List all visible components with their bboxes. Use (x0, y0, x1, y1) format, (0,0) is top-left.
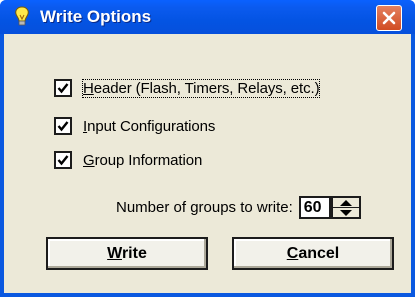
spin-down-button[interactable] (332, 207, 359, 217)
checkmark-icon (57, 83, 69, 94)
cancel-button[interactable]: Cancel (232, 237, 394, 270)
header-checkbox[interactable] (54, 79, 72, 97)
write-label: rite (121, 245, 147, 262)
input-config-option-label: Input Configurations (83, 118, 215, 135)
close-button[interactable] (376, 5, 402, 31)
header-label-text: eader (Flash, Timers, Relays, etc.) (93, 79, 320, 97)
group-count-input[interactable] (298, 196, 331, 219)
header-option[interactable]: Header (Flash, Timers, Relays, etc.) (54, 78, 321, 98)
spin-up-button[interactable] (333, 198, 359, 207)
group-info-option[interactable]: Group Information (54, 151, 202, 169)
group-count-spinner[interactable] (330, 196, 361, 219)
dialog-body: Header (Flash, Timers, Relays, etc.) Inp… (4, 34, 411, 293)
input-config-checkbox[interactable] (54, 117, 72, 135)
arrow-up-icon (339, 200, 352, 206)
header-option-label: Header (Flash, Timers, Relays, etc.) (81, 78, 321, 98)
cancel-label: ancel (298, 245, 340, 262)
write-accel: W (107, 245, 122, 262)
group-info-label-text: roup Information (94, 151, 203, 169)
checkmark-icon (57, 121, 69, 132)
group-info-accel: G (83, 151, 95, 169)
write-button[interactable]: Write (46, 237, 208, 270)
write-options-dialog: Write Options Header (Flash, Timers, Rel… (0, 0, 415, 297)
header-accel: H (83, 79, 94, 97)
lightbulb-icon (13, 6, 31, 28)
cancel-accel: C (286, 245, 299, 262)
checkmark-icon (57, 155, 69, 166)
arrow-down-icon (339, 210, 352, 216)
input-config-option[interactable]: Input Configurations (54, 117, 215, 135)
title-bar[interactable]: Write Options (0, 0, 415, 34)
group-info-option-label: Group Information (83, 152, 202, 169)
close-icon (382, 11, 396, 25)
group-count-label: Number of groups to write: (116, 199, 293, 216)
dialog-title: Write Options (40, 7, 152, 26)
input-config-label-text: nput Configurations (87, 117, 216, 135)
group-count-row: Number of groups to write: (116, 196, 361, 219)
group-info-checkbox[interactable] (54, 151, 72, 169)
